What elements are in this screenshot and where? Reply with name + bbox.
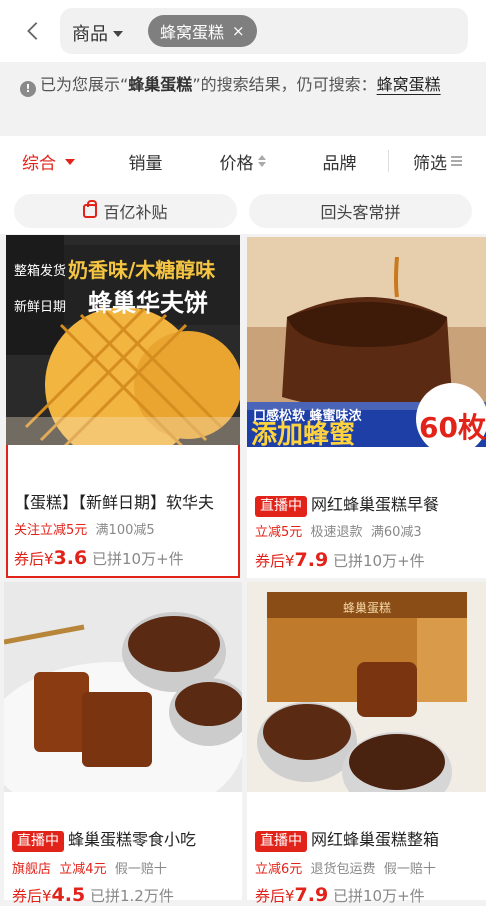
product-tags: 立减6元 退货包运费 假一赔十 [255,858,436,877]
notice-suffix: ”的搜索结果，仍可搜索： [192,75,377,94]
info-icon: ! [20,81,36,97]
product-price: 券后¥4.5 已拼1.2万件 [12,884,174,906]
search-box[interactable]: 商品 蜂窝蛋糕 × [60,8,468,54]
product-title: 直播中 蜂巢蛋糕零食小吃 [12,826,238,852]
image-text: 60枚 [419,411,486,444]
product-title-text: 蜂巢蛋糕零食小吃 [68,830,197,849]
shopping-bag-icon [83,200,98,218]
product-title: 【蛋糕】【新鲜日期】软华夫 [14,493,215,512]
quick-filter-label: 百亿补贴 [103,203,168,222]
product-image: 口感松软 蜂蜜味浓 添加蜂蜜 60枚 [247,237,486,447]
product-card[interactable]: 蜂巢蛋糕 直播中 网红蜂巢蛋糕整箱 立减6元 退货包运费 假一赔十 券后¥7.9 … [247,582,486,906]
search-scope-dropdown[interactable]: 商品 [72,20,123,46]
sort-sales[interactable]: 销量 [97,149,194,174]
product-image: 整箱发货 新鲜日期 奶香味/木糖醇味 蜂巢华夫饼 [6,235,240,445]
tag-follow-discount: 关注立减5元 [14,523,88,538]
tag-free-return: 退货包运费 [310,862,376,877]
product-price: 券后¥3.6 已拼10万+件 [14,547,184,569]
product-tags: 关注立减5元 满100减5 [14,519,155,538]
search-notice: ! 已为您展示“蜂巢蛋糕”的搜索结果，仍可搜索：蜂窝蛋糕 [0,62,486,128]
price-value: 7.9 [294,549,329,571]
quick-filter-subsidy[interactable]: 百亿补贴 [14,194,237,228]
filter-button[interactable]: 筛选 [389,149,486,174]
filter-lines-icon [451,156,462,166]
product-title: 直播中 网红蜂巢蛋糕早餐 [255,491,481,517]
sold-count: 已拼10万+件 [333,887,425,905]
sort-brand[interactable]: 品牌 [291,149,388,174]
quick-filter-label: 回头客常拼 [320,203,401,222]
filter-label: 筛选 [413,153,447,174]
tag-flagship: 旗舰店 [12,862,52,877]
product-tags: 立减5元 极速退款 满60减3 [255,521,422,540]
product-price: 券后¥7.9 已拼10万+件 [255,549,425,571]
caret-down-icon [65,159,75,165]
live-badge: 直播中 [255,831,307,852]
sold-count: 已拼10万+件 [333,552,425,570]
notice-prefix: 已为您展示“ [40,75,129,94]
live-badge: 直播中 [12,831,64,852]
price-prefix: 券后¥ [14,550,54,568]
alt-query-link[interactable]: 蜂窝蛋糕 [377,75,441,94]
notice-term: 蜂巢蛋糕 [128,75,193,94]
image-text: 奶香味/木糖醇味 [68,258,215,282]
image-text: 整箱发货 [14,263,66,279]
price-value: 7.9 [294,884,329,906]
image-text: 新鲜日期 [14,299,66,315]
sold-count: 已拼10万+件 [92,550,184,568]
sort-arrows-icon [257,155,266,167]
product-title-text: 网红蜂巢蛋糕早餐 [311,495,440,514]
product-card[interactable]: 直播中 蜂巢蛋糕零食小吃 旗舰店 立减4元 假一赔十 券后¥4.5 已拼1.2万件 [4,582,242,906]
sort-comprehensive[interactable]: 综合 [0,149,97,174]
chevron-left-icon [27,22,38,40]
quick-filter-repeat-buyers[interactable]: 回头客常拼 [249,194,472,228]
tag-discount: 立减5元 [255,525,303,540]
price-value: 4.5 [51,884,86,906]
tag-discount: 立减4元 [59,862,107,877]
search-scope-label: 商品 [72,24,108,45]
tag-fast-refund: 极速退款 [310,525,363,540]
top-bar: 商品 蜂窝蛋糕 × [0,0,486,62]
product-image [4,582,242,792]
image-text: 添加蜂蜜 [251,419,355,447]
image-text: 蜂巢蛋糕 [343,601,391,615]
sort-comprehensive-label: 综合 [22,153,56,174]
product-tags: 旗舰店 立减4元 假一赔十 [12,858,167,877]
caret-down-icon [113,31,123,37]
sold-count: 已拼1.2万件 [90,887,174,905]
sort-bar: 综合 销量 价格 品牌 筛选 [0,136,486,186]
tag-full-reduction: 满60减3 [370,525,422,540]
sort-sales-label: 销量 [128,153,163,174]
clear-query-icon[interactable]: × [232,22,245,40]
sort-brand-label: 品牌 [322,153,357,174]
product-card[interactable]: 口感松软 蜂蜜味浓 添加蜂蜜 60枚 直播中 网红蜂巢蛋糕早餐 立减5元 极速退款… [247,237,486,578]
product-title: 直播中 网红蜂巢蛋糕整箱 [255,826,481,852]
price-value: 3.6 [53,547,88,569]
price-prefix: 券后¥ [12,887,52,905]
product-image: 蜂巢蛋糕 [247,582,486,792]
price-prefix: 券后¥ [255,887,295,905]
quick-filter-bar: 百亿补贴 回头客常拼 [0,186,486,234]
tag-guarantee: 假一赔十 [114,862,167,877]
query-chip[interactable]: 蜂窝蛋糕 × [148,15,257,47]
query-chip-label: 蜂窝蛋糕 [160,23,225,42]
image-text: 蜂巢华夫饼 [88,289,208,317]
tag-full-reduction: 满100减5 [95,523,155,538]
product-title-text: 网红蜂巢蛋糕整箱 [311,830,440,849]
back-button[interactable] [16,14,50,48]
product-price: 券后¥7.9 已拼10万+件 [255,884,425,906]
sort-price-label: 价格 [219,153,254,174]
price-prefix: 券后¥ [255,552,295,570]
tag-guarantee: 假一赔十 [383,862,436,877]
live-badge: 直播中 [255,496,307,517]
tag-discount: 立减6元 [255,862,303,877]
sort-price[interactable]: 价格 [194,149,291,174]
product-card[interactable]: 整箱发货 新鲜日期 奶香味/木糖醇味 蜂巢华夫饼 【蛋糕】【新鲜日期】软华夫 关… [6,235,240,578]
